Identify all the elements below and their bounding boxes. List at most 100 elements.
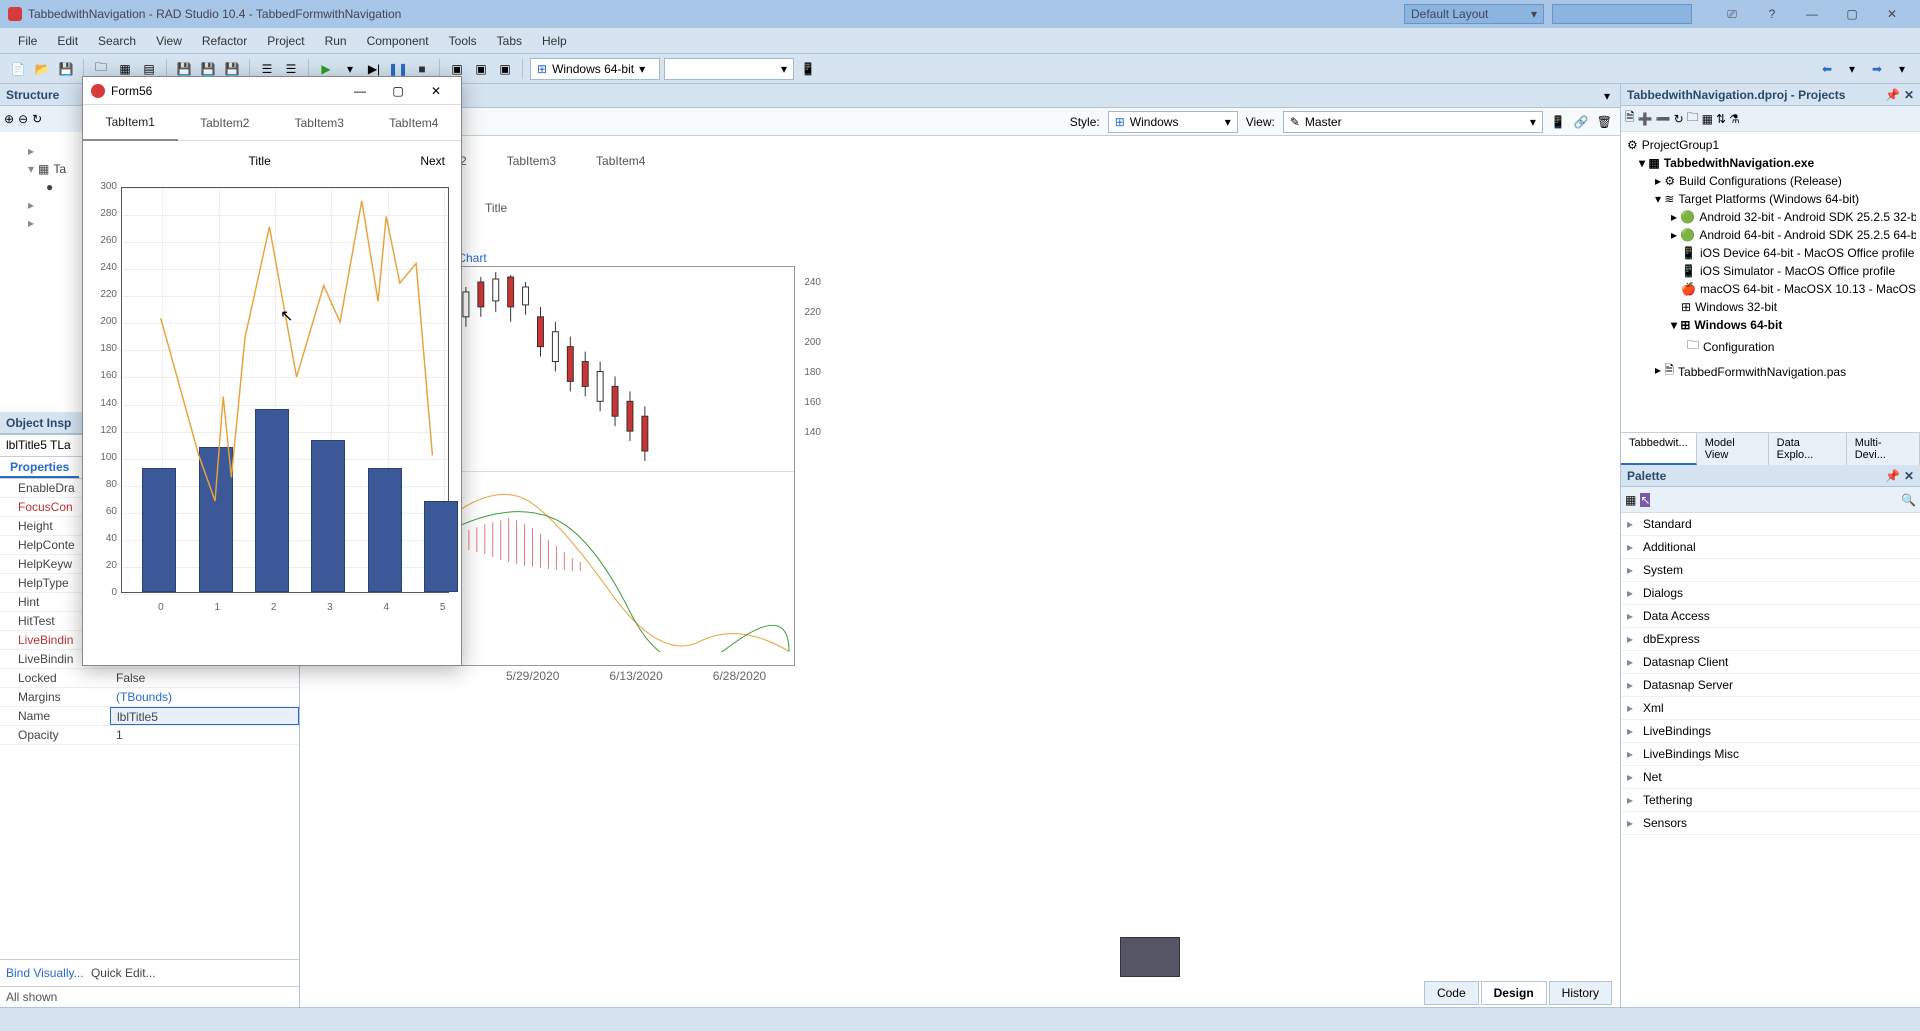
palette-category[interactable]: Standard — [1621, 513, 1920, 536]
footer-tab-design[interactable]: Design — [1481, 981, 1547, 1005]
form-tab-2[interactable]: TabItem2 — [178, 105, 273, 141]
bg-candlestick-chart[interactable]: 240 220 200 180 160 140 — [450, 266, 795, 666]
project-group[interactable]: ProjectGroup1 — [1642, 138, 1719, 152]
new-icon[interactable]: 📄 — [8, 59, 28, 79]
bg-tab[interactable]: TabItem4 — [596, 154, 645, 168]
menu-search[interactable]: Search — [88, 30, 146, 52]
proj-folder-icon[interactable]: 🗀 — [1687, 108, 1699, 129]
ptab-model[interactable]: Model View — [1697, 433, 1769, 465]
running-form[interactable]: Form56 — ▢ ✕ TabItem1 TabItem2 TabItem3 … — [82, 76, 462, 666]
form-titlebar[interactable]: Form56 — ▢ ✕ — [83, 77, 461, 105]
palette-category[interactable]: LiveBindings — [1621, 720, 1920, 743]
palette-category[interactable]: Additional — [1621, 536, 1920, 559]
quick-edit-link[interactable]: Quick Edit... — [91, 966, 156, 980]
ptab-data[interactable]: Data Explo... — [1769, 433, 1847, 465]
style-combo[interactable]: ⊞ Windows ▾ — [1108, 111, 1238, 133]
nav-back-button[interactable]: ⬅ — [1816, 58, 1838, 80]
menu-refactor[interactable]: Refactor — [192, 30, 257, 52]
nav-back-dropdown[interactable]: ▾ — [1842, 59, 1862, 79]
struct-collapse-icon[interactable]: ⊖ — [18, 112, 28, 126]
platform-macos[interactable]: macOS 64-bit - MacOSX 10.13 - MacOS Offi… — [1700, 282, 1916, 296]
platform-combo[interactable]: ⊞ Windows 64-bit ▾ — [530, 58, 660, 80]
layout-combo[interactable]: Default Layout ▾ — [1404, 4, 1544, 24]
palette-category[interactable]: Datasnap Server — [1621, 674, 1920, 697]
palette-arrow-icon[interactable]: ↖ — [1640, 493, 1650, 507]
menu-component[interactable]: Component — [357, 30, 439, 52]
link-icon[interactable]: 🔗 — [1574, 115, 1589, 129]
pin-icon[interactable]: 📌 — [1885, 469, 1900, 483]
palette-mode-icon[interactable]: ▦ — [1625, 493, 1636, 507]
project-exe[interactable]: TabbedwithNavigation.exe — [1664, 156, 1814, 170]
palette-category[interactable]: Datasnap Client — [1621, 651, 1920, 674]
pas-file[interactable]: TabbedFormwithNavigation.pas — [1678, 365, 1846, 379]
bg-tab[interactable]: TabItem3 — [507, 154, 556, 168]
nav-fwd-button[interactable]: ➡ — [1866, 58, 1888, 80]
pin-icon[interactable]: 📌 — [1885, 88, 1900, 102]
save-icon[interactable]: 💾 — [56, 59, 76, 79]
bind-visually-link[interactable]: Bind Visually... — [6, 966, 84, 980]
struct-expand-icon[interactable]: ⊕ — [4, 112, 14, 126]
minimap[interactable] — [1120, 937, 1180, 977]
menu-project[interactable]: Project — [257, 30, 314, 52]
menu-file[interactable]: File — [8, 30, 47, 52]
menu-edit[interactable]: Edit — [47, 30, 88, 52]
form-nav-next[interactable]: Next — [420, 154, 445, 168]
target-platforms[interactable]: Target Platforms (Windows 64-bit) — [1678, 192, 1859, 206]
proj-new-icon[interactable]: 🗎 — [1625, 108, 1635, 129]
palette-category[interactable]: System — [1621, 559, 1920, 582]
ptab-multi[interactable]: Multi-Devi... — [1847, 433, 1920, 465]
view-combo[interactable]: ✎ Master ▾ — [1283, 111, 1543, 133]
phone-icon[interactable]: 📱 — [798, 59, 818, 79]
menu-tools[interactable]: Tools — [439, 30, 487, 52]
palette-search-icon[interactable]: 🔍 — [1901, 493, 1916, 507]
maximize-button[interactable]: ▢ — [1832, 0, 1872, 28]
oi-property-row[interactable]: Opacity1 — [0, 726, 299, 745]
nav-fwd-dropdown[interactable]: ▾ — [1892, 59, 1912, 79]
close-icon[interactable]: ✕ — [1904, 469, 1914, 483]
palette-category[interactable]: Dialogs — [1621, 582, 1920, 605]
proj-filter-icon[interactable]: ⚗ — [1729, 112, 1740, 126]
open-icon[interactable]: 📂 — [32, 59, 52, 79]
menu-view[interactable]: View — [146, 30, 192, 52]
form-tab-1[interactable]: TabItem1 — [83, 105, 178, 141]
platform-win64[interactable]: Windows 64-bit — [1694, 318, 1782, 332]
oi-tab-properties[interactable]: Properties — [0, 457, 79, 478]
palette-category[interactable]: LiveBindings Misc — [1621, 743, 1920, 766]
form-close-button[interactable]: ✕ — [419, 84, 453, 98]
proj-view-icon[interactable]: ▦ — [1702, 112, 1713, 126]
view2-icon[interactable]: ▣ — [471, 59, 491, 79]
proj-remove-icon[interactable]: ➖ — [1656, 112, 1671, 126]
design-surface[interactable]: 2 TabItem3 TabItem4 Title TChart — [300, 136, 1620, 1007]
oi-property-row[interactable]: Margins(TBounds) — [0, 688, 299, 707]
help-icon[interactable]: ? — [1752, 0, 1792, 28]
oi-property-row[interactable]: NamelblTitle5 — [0, 707, 299, 726]
palette-category[interactable]: Tethering — [1621, 789, 1920, 812]
tree-item[interactable]: Ta — [53, 162, 66, 176]
titlebar-search[interactable] — [1552, 4, 1692, 24]
platform-android32[interactable]: Android 32-bit - Android SDK 25.2.5 32-b… — [1699, 210, 1916, 224]
palette-list[interactable]: StandardAdditionalSystemDialogsData Acce… — [1621, 513, 1920, 1007]
close-button[interactable]: ✕ — [1872, 0, 1912, 28]
form-maximize-button[interactable]: ▢ — [381, 84, 415, 98]
form-tab-3[interactable]: TabItem3 — [272, 105, 367, 141]
footer-tab-code[interactable]: Code — [1424, 981, 1479, 1005]
platform-android64[interactable]: Android 64-bit - Android SDK 25.2.5 64-b… — [1699, 228, 1916, 242]
proj-sort-icon[interactable]: ⇅ — [1716, 112, 1726, 126]
footer-tab-history[interactable]: History — [1549, 981, 1612, 1005]
configuration[interactable]: Configuration — [1703, 340, 1774, 354]
palette-category[interactable]: Data Access — [1621, 605, 1920, 628]
view3-icon[interactable]: ▣ — [495, 59, 515, 79]
build-config[interactable]: Build Configurations (Release) — [1679, 174, 1842, 188]
phone-icon[interactable]: 📱 — [1551, 115, 1566, 129]
form-minimize-button[interactable]: — — [343, 84, 377, 98]
palette-category[interactable]: Net — [1621, 766, 1920, 789]
palette-category[interactable]: Xml — [1621, 697, 1920, 720]
platform-win32[interactable]: Windows 32-bit — [1695, 300, 1777, 314]
delete-icon[interactable]: 🗑 — [1597, 115, 1612, 129]
close-icon[interactable]: ✕ — [1904, 88, 1914, 102]
desktop-icon[interactable]: ⎚ — [1712, 0, 1752, 28]
palette-category[interactable]: dbExpress — [1621, 628, 1920, 651]
form-tab-4[interactable]: TabItem4 — [367, 105, 462, 141]
platform-ios-sim[interactable]: iOS Simulator - MacOS Office profile — [1700, 264, 1895, 278]
menu-help[interactable]: Help — [532, 30, 577, 52]
